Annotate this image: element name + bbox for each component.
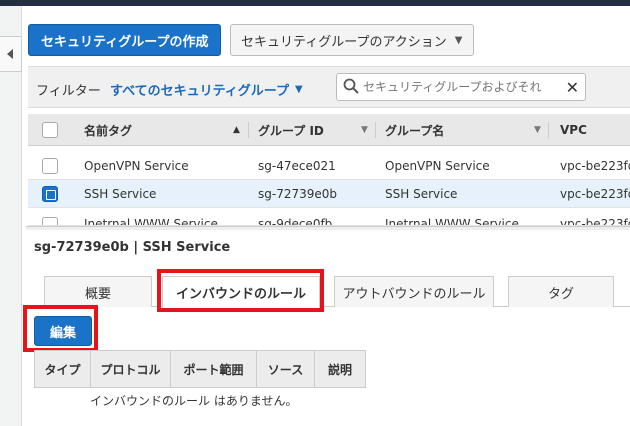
detail-title: sg-72739e0b | SSH Service: [34, 240, 231, 255]
cell-group-id: sg-9dece0fb: [258, 217, 333, 226]
search-input[interactable]: [363, 80, 563, 94]
filter-label: フィルター: [36, 84, 101, 99]
column-header-label: グループ名: [385, 123, 445, 138]
row-checkbox[interactable]: [42, 180, 58, 208]
column-header-label: VPC: [560, 123, 587, 137]
tab-overview[interactable]: 概要: [44, 276, 152, 307]
column-separator: [248, 122, 249, 138]
cell-group-id: sg-72739e0b: [258, 187, 338, 201]
chevron-down-icon: ▼: [454, 34, 463, 46]
rules-column-description: 説明: [327, 362, 352, 377]
chevron-down-icon: ▼: [534, 125, 541, 135]
highlight-box-inbound-tab: [157, 269, 324, 312]
tab-tags[interactable]: タグ: [508, 276, 614, 307]
sort-ascending-icon[interactable]: ▲: [233, 114, 240, 146]
highlight-box-edit-button: [23, 305, 98, 352]
clear-search-icon[interactable]: ✕: [566, 78, 579, 97]
table-row[interactable]: SSH Service sg-72739e0b SSH Service vpc-…: [28, 180, 630, 208]
cell-group-name: Inetrnal WWW Service: [385, 217, 519, 226]
table-row[interactable]: OpenVPN Service sg-47ece021 OpenVPN Serv…: [28, 152, 630, 180]
cell-group-name: OpenVPN Service: [385, 159, 490, 173]
main-content: セキュリティグループの作成 セキュリティグループのアクション ▼ フィルター す…: [23, 6, 630, 426]
rules-column-protocol: プロトコル: [91, 351, 171, 387]
column-separator: [548, 122, 549, 138]
cell-group-name: SSH Service: [385, 187, 458, 201]
cell-vpc: vpc-be223fda: [560, 187, 630, 201]
table-row[interactable]: Inetrnal WWW Service sg-9dece0fb Inetrna…: [28, 208, 630, 226]
detail-pane-divider[interactable]: [26, 226, 630, 230]
select-all-checkbox[interactable]: [42, 114, 58, 146]
column-header-name-tag[interactable]: 名前タグ: [84, 114, 132, 146]
column-header-group-id[interactable]: グループ ID: [258, 114, 324, 146]
tab-outbound-rules[interactable]: アウトバウンドのルール: [334, 276, 494, 307]
rules-table-header: タイプ プロトコル ポート範囲 ソース 説明: [34, 350, 366, 388]
create-security-group-label: セキュリティグループの作成: [41, 34, 209, 50]
column-header-group-name[interactable]: グループ名: [385, 114, 444, 146]
cell-group-id: sg-47ece021: [258, 159, 336, 173]
filter-select[interactable]: すべてのセキュリティグループ ▼: [110, 80, 303, 99]
rules-column-source: ソース: [257, 351, 315, 387]
filter-select-value: すべてのセキュリティグループ: [110, 84, 290, 99]
tab-label: タグ: [547, 286, 574, 302]
tab-label: 概要: [84, 286, 111, 302]
column-header-label: グループ ID: [258, 123, 324, 138]
table-header: 名前タグ ▲ グループ ID ▼ グループ名 ▼ VPC: [28, 114, 630, 146]
search-icon: [343, 78, 359, 97]
column-header-vpc[interactable]: VPC: [560, 114, 587, 146]
collapse-panel-button[interactable]: [0, 36, 22, 72]
rules-column-type: タイプ: [35, 351, 91, 387]
filter-bar: フィルター すべてのセキュリティグループ ▼ ✕: [28, 66, 630, 108]
row-checkbox[interactable]: [42, 211, 58, 225]
search-box: ✕: [336, 73, 586, 101]
rules-column-port-range: ポート範囲: [171, 351, 257, 387]
cell-name-tag: Inetrnal WWW Service: [84, 217, 218, 226]
security-group-actions-label: セキュリティグループのアクション: [241, 34, 447, 50]
column-header-label: 名前タグ: [84, 123, 133, 138]
cell-vpc: vpc-be223fda: [560, 159, 630, 173]
chevron-down-icon: ▼: [295, 84, 303, 95]
chevron-down-icon: ▼: [361, 125, 368, 135]
cell-vpc: vpc-be223fda: [560, 217, 630, 226]
chevron-left-icon: [6, 49, 15, 59]
cell-name-tag: OpenVPN Service: [84, 159, 189, 173]
tab-label: アウトバウンドのルール: [342, 286, 486, 302]
create-security-group-button[interactable]: セキュリティグループの作成: [28, 24, 222, 56]
cell-name-tag: SSH Service: [84, 187, 157, 201]
row-checkbox[interactable]: [42, 152, 58, 180]
security-group-actions-button[interactable]: セキュリティグループのアクション ▼: [230, 24, 474, 56]
column-separator: [375, 122, 376, 138]
rules-empty-message: インバウンドのルール はありません。: [90, 394, 298, 408]
